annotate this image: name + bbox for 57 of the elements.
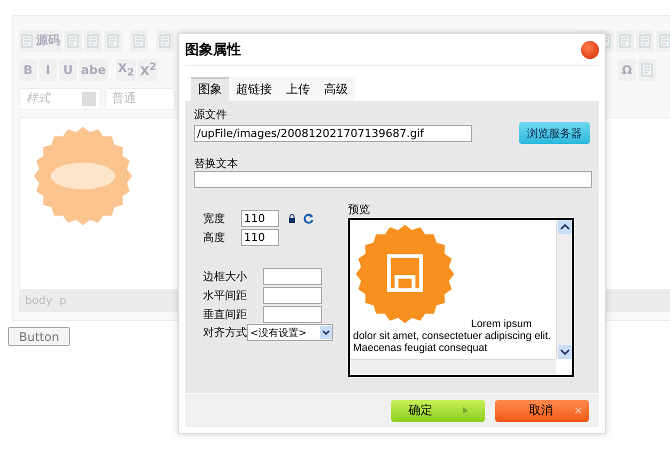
alignment-label: 对齐方式	[203, 325, 247, 340]
toolbar-button[interactable]	[616, 30, 634, 52]
document-icon	[619, 34, 631, 48]
document-icon	[67, 34, 79, 48]
document-icon	[659, 34, 670, 48]
vertical-scrollbar[interactable]	[556, 220, 572, 359]
page-button[interactable]: Button	[8, 327, 70, 346]
alignment-select[interactable]: <没有设置>	[247, 324, 333, 341]
dialog-tab[interactable]: 上传	[279, 77, 317, 101]
source-file-field[interactable]: /upFile/images/200812021707139687.gif	[194, 124, 472, 142]
document-icon	[87, 34, 99, 48]
ok-button[interactable]: 确定	[391, 400, 485, 422]
toolbar-button[interactable]	[636, 30, 654, 52]
horizontal-spacing-label: 水平间距	[203, 288, 248, 303]
chevron-down-icon	[320, 326, 332, 339]
alt-text-field[interactable]	[194, 171, 592, 188]
document-icon	[641, 62, 653, 76]
dialog-tab[interactable]: 超链接	[229, 77, 279, 101]
preview-label: 预览	[348, 202, 371, 217]
preview-text: Lorem ipsum dolor sit amet, consectetuer adipiscing elit. Maecenas feugiat consequat	[353, 318, 551, 354]
height-label: 高度	[203, 230, 226, 245]
cancel-mark: ×	[574, 404, 583, 417]
alt-text-label: 替换文本	[194, 156, 239, 171]
height-field[interactable]: 110	[241, 229, 279, 246]
scroll-down-icon[interactable]	[558, 345, 572, 359]
dialog-tab[interactable]: 高级	[317, 77, 355, 101]
toolbar-button[interactable]	[104, 30, 122, 52]
source-label: 源码	[36, 32, 60, 49]
style-placeholder: 样式	[26, 90, 50, 107]
document-icon	[159, 34, 171, 48]
toolbar-button[interactable]	[64, 30, 82, 52]
document-icon	[639, 34, 651, 48]
source-file-label: 源文件	[194, 107, 228, 122]
border-size-field[interactable]	[263, 268, 322, 285]
width-label: 宽度	[203, 211, 226, 226]
dialog-tab[interactable]: 图象	[191, 77, 229, 101]
width-field[interactable]: 110	[241, 210, 279, 227]
toolbar-button[interactable]	[638, 58, 656, 80]
document-icon	[133, 34, 145, 48]
browse-server-button[interactable]: 浏览服务器	[519, 122, 590, 144]
vertical-spacing-field[interactable]	[263, 306, 322, 323]
toolbar-button[interactable]	[130, 30, 148, 52]
close-button[interactable]	[581, 40, 599, 58]
horizontal-scrollbar[interactable]	[350, 359, 556, 375]
reset-icon[interactable]	[303, 213, 314, 224]
scroll-up-icon[interactable]	[558, 220, 572, 234]
document-icon	[21, 34, 33, 48]
cancel-button[interactable]: 取消 ×	[495, 400, 589, 422]
lock-icon[interactable]	[288, 214, 296, 223]
toolbar-button[interactable]	[156, 30, 174, 52]
border-size-label: 边框大小	[203, 269, 248, 284]
horizontal-spacing-field[interactable]	[263, 287, 322, 304]
play-icon	[462, 407, 468, 414]
document-icon	[107, 34, 119, 48]
dialog-title: 图象属性	[185, 40, 241, 58]
toolbar-button[interactable]	[84, 30, 102, 52]
toolbar-button[interactable]	[656, 30, 670, 52]
